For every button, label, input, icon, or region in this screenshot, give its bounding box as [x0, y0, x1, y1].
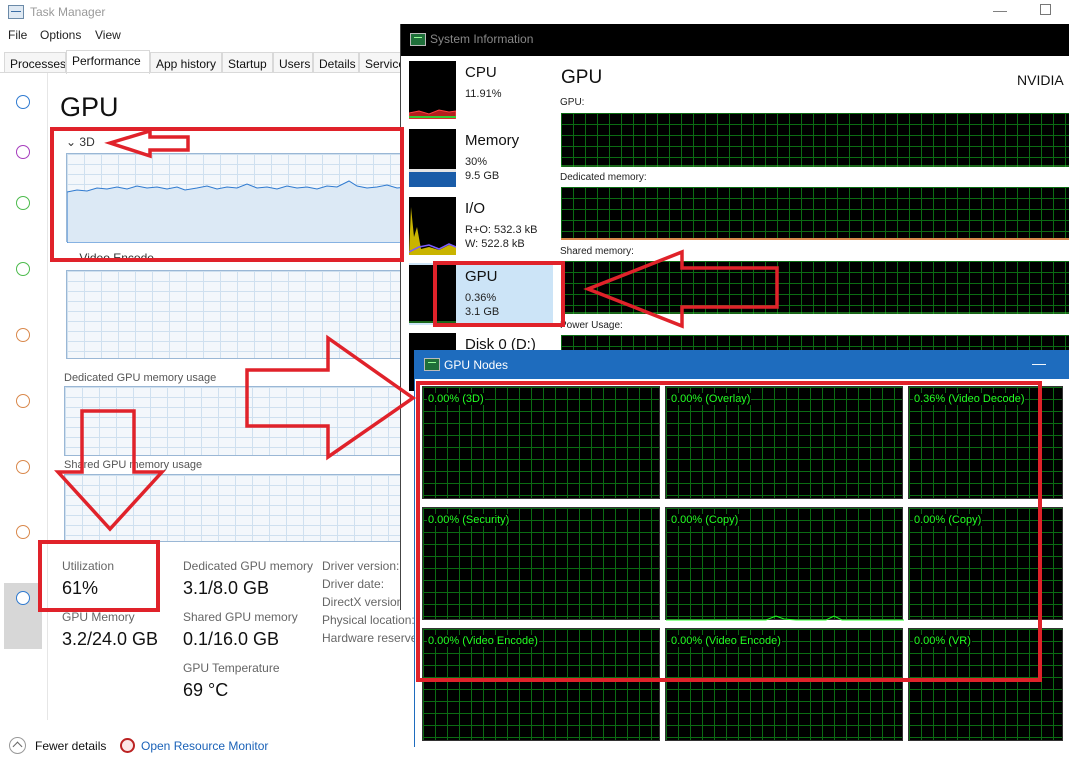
annotation-arrows [54, 128, 779, 532]
arrow-right-gpu-nodes [245, 334, 417, 461]
arrow-left-si-gpu [583, 249, 779, 329]
arrow-down-utilization [54, 409, 166, 532]
arrow-left-3d [104, 128, 190, 159]
